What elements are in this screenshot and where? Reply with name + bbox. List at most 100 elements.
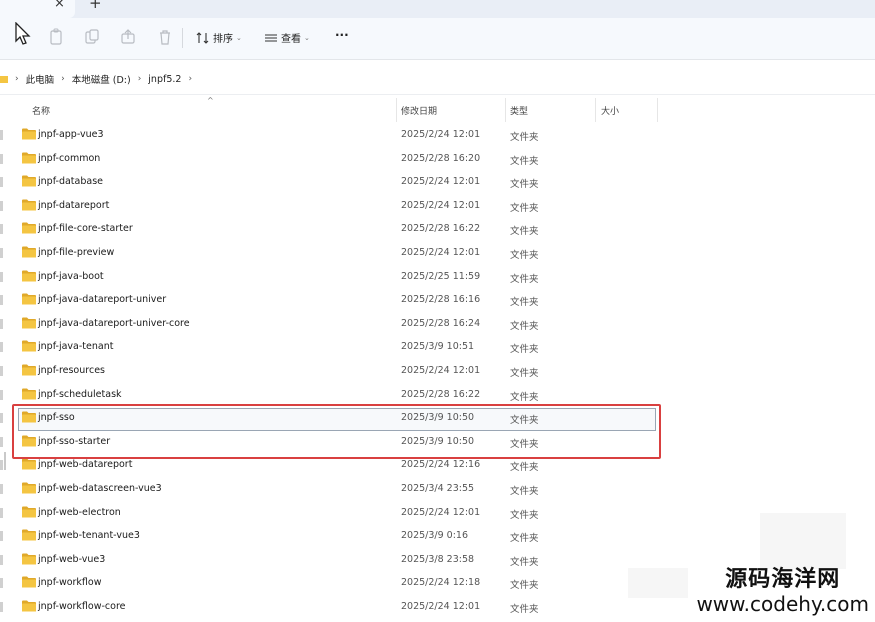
watermark: 源码海洋网 www.codehy.com — [696, 567, 869, 615]
watermark-backdrop — [760, 513, 846, 569]
scrollbar-thumb[interactable] — [4, 452, 6, 470]
file-row[interactable]: jnpf-java-datareport-univer 2025/2/28 16:… — [0, 289, 660, 313]
column-divider[interactable] — [505, 98, 506, 122]
file-type: 文件夹 — [510, 297, 539, 309]
paste-icon[interactable] — [84, 28, 100, 46]
file-row[interactable]: jnpf-web-datascreen-vue3 2025/3/4 23:55 文件… — [0, 478, 660, 502]
folder-icon — [22, 152, 36, 164]
file-row[interactable]: jnpf-workflow 2025/2/24 12:18 文件夹 — [0, 572, 660, 596]
column-header: ^ 名称 修改日期 类型 大小 — [0, 96, 660, 122]
file-type: 文件夹 — [510, 202, 539, 214]
file-row[interactable]: jnpf-app-vue3 2025/2/24 12:01 文件夹 — [0, 124, 660, 148]
more-options-button[interactable]: ··· — [335, 28, 349, 42]
column-divider[interactable] — [657, 98, 658, 122]
row-gutter — [0, 578, 3, 589]
address-bar[interactable]: › 此电脑 › 本地磁盘 (D:) › jnpf5.2 › — [0, 60, 875, 95]
file-type: 文件夹 — [510, 132, 539, 143]
row-gutter — [0, 224, 3, 235]
file-row[interactable]: jnpf-file-preview 2025/2/24 12:01 文件夹 — [0, 242, 660, 266]
breadcrumb-item-drive-d[interactable]: 本地磁盘 (D:) — [72, 72, 131, 86]
breadcrumb-separator: › — [61, 74, 65, 84]
column-divider[interactable] — [595, 98, 596, 122]
close-tab-icon[interactable]: × — [54, 0, 65, 11]
file-modified-date: 2025/2/24 12:01 — [401, 176, 481, 188]
file-type: 文件夹 — [510, 462, 539, 474]
sort-icon — [196, 31, 209, 44]
column-divider[interactable] — [396, 98, 397, 122]
file-row[interactable]: jnpf-web-electron 2025/2/24 12:01 文件夹 — [0, 502, 660, 526]
column-modified[interactable]: 修改日期 — [401, 104, 437, 117]
row-gutter — [0, 248, 3, 258]
file-name: jnpf-web-electron — [38, 506, 121, 518]
row-gutter — [0, 342, 3, 353]
file-type: 文件夹 — [510, 344, 539, 356]
row-gutter — [0, 177, 3, 188]
new-tab-icon[interactable]: + — [89, 0, 102, 11]
row-gutter — [0, 602, 3, 612]
file-row[interactable]: jnpf-java-boot 2025/2/25 11:59 文件夹 — [0, 266, 660, 290]
file-row[interactable]: jnpf-datareport 2025/2/24 12:01 文件夹 — [0, 195, 660, 219]
breadcrumb-item-this-pc[interactable]: 此电脑 — [26, 72, 55, 86]
active-tab[interactable]: × — [0, 0, 75, 18]
row-gutter — [0, 484, 3, 494]
breadcrumb-item-jnpf[interactable]: jnpf5.2 — [148, 74, 181, 85]
sort-ascending-icon: ^ — [207, 96, 214, 105]
folder-icon — [22, 576, 36, 588]
watermark-backdrop — [628, 568, 688, 598]
annotation-highlight-box — [12, 404, 661, 459]
row-gutter — [0, 271, 3, 282]
watermark-url: www.codehy.com — [696, 592, 869, 616]
copy-icon[interactable] — [48, 28, 64, 46]
folder-icon — [22, 246, 36, 258]
column-type[interactable]: 类型 — [510, 104, 528, 117]
file-name: jnpf-resources — [38, 365, 105, 376]
file-row[interactable]: jnpf-workflow-core 2025/2/24 12:01 文件夹 — [0, 596, 660, 620]
file-modified-date: 2025/2/28 16:22 — [401, 223, 481, 235]
file-row[interactable]: jnpf-database 2025/2/24 12:01 文件夹 — [0, 171, 660, 195]
file-type: 文件夹 — [510, 580, 539, 592]
row-gutter — [0, 318, 3, 329]
folder-icon — [22, 506, 36, 518]
row-gutter — [0, 200, 3, 211]
file-row[interactable]: jnpf-web-vue3 2025/3/8 23:58 文件夹 — [0, 549, 660, 573]
row-gutter — [0, 130, 3, 140]
folder-icon — [22, 199, 36, 211]
file-type: 文件夹 — [510, 273, 539, 285]
folder-icon — [22, 222, 36, 234]
folder-icon — [22, 553, 36, 565]
folder-icon — [22, 364, 36, 376]
command-bar: 排序 ⌄ 查看 ⌄ ··· — [0, 18, 875, 60]
file-name: jnpf-file-preview — [38, 247, 115, 258]
column-name[interactable]: 名称 — [32, 104, 50, 117]
file-name: jnpf-workflow-core — [38, 601, 126, 612]
delete-icon[interactable] — [157, 28, 173, 46]
file-name: jnpf-common — [38, 152, 101, 164]
sort-button[interactable]: 排序 ⌄ — [196, 30, 242, 45]
folder-icon — [22, 128, 36, 140]
folder-icon — [22, 600, 36, 612]
breadcrumb-separator: › — [137, 74, 142, 84]
share-icon[interactable] — [120, 28, 136, 46]
view-button[interactable]: 查看 ⌄ — [264, 30, 310, 45]
file-row[interactable]: jnpf-resources 2025/2/24 12:01 文件夹 — [0, 360, 660, 384]
file-modified-date: 2025/3/8 23:58 — [401, 553, 475, 565]
cursor-icon — [15, 22, 31, 45]
file-row[interactable]: jnpf-web-tenant-vue3 2025/3/9 0:16 文件夹 — [0, 525, 660, 549]
file-name: jnpf-web-datareport — [38, 459, 133, 471]
row-gutter — [0, 531, 3, 542]
file-row[interactable]: jnpf-file-core-starter 2025/2/28 16:22 文件夹 — [0, 218, 660, 242]
chevron-down-icon: ⌄ — [236, 33, 242, 42]
toolbar-separator — [182, 28, 183, 48]
file-type: 文件夹 — [510, 179, 539, 191]
file-row[interactable]: jnpf-java-datareport-univer-core 2025/2/2… — [0, 313, 660, 337]
row-gutter — [0, 507, 3, 518]
file-type: 文件夹 — [510, 509, 539, 521]
column-size[interactable]: 大小 — [601, 104, 619, 117]
folder-icon — [22, 482, 36, 494]
file-modified-date: 2025/2/24 12:01 — [401, 129, 481, 140]
file-row[interactable]: jnpf-common 2025/2/28 16:20 文件夹 — [0, 148, 660, 172]
folder-icon — [22, 529, 36, 541]
file-row[interactable]: jnpf-java-tenant 2025/3/9 10:51 文件夹 — [0, 336, 660, 360]
view-icon — [265, 33, 277, 42]
row-gutter — [0, 366, 3, 376]
